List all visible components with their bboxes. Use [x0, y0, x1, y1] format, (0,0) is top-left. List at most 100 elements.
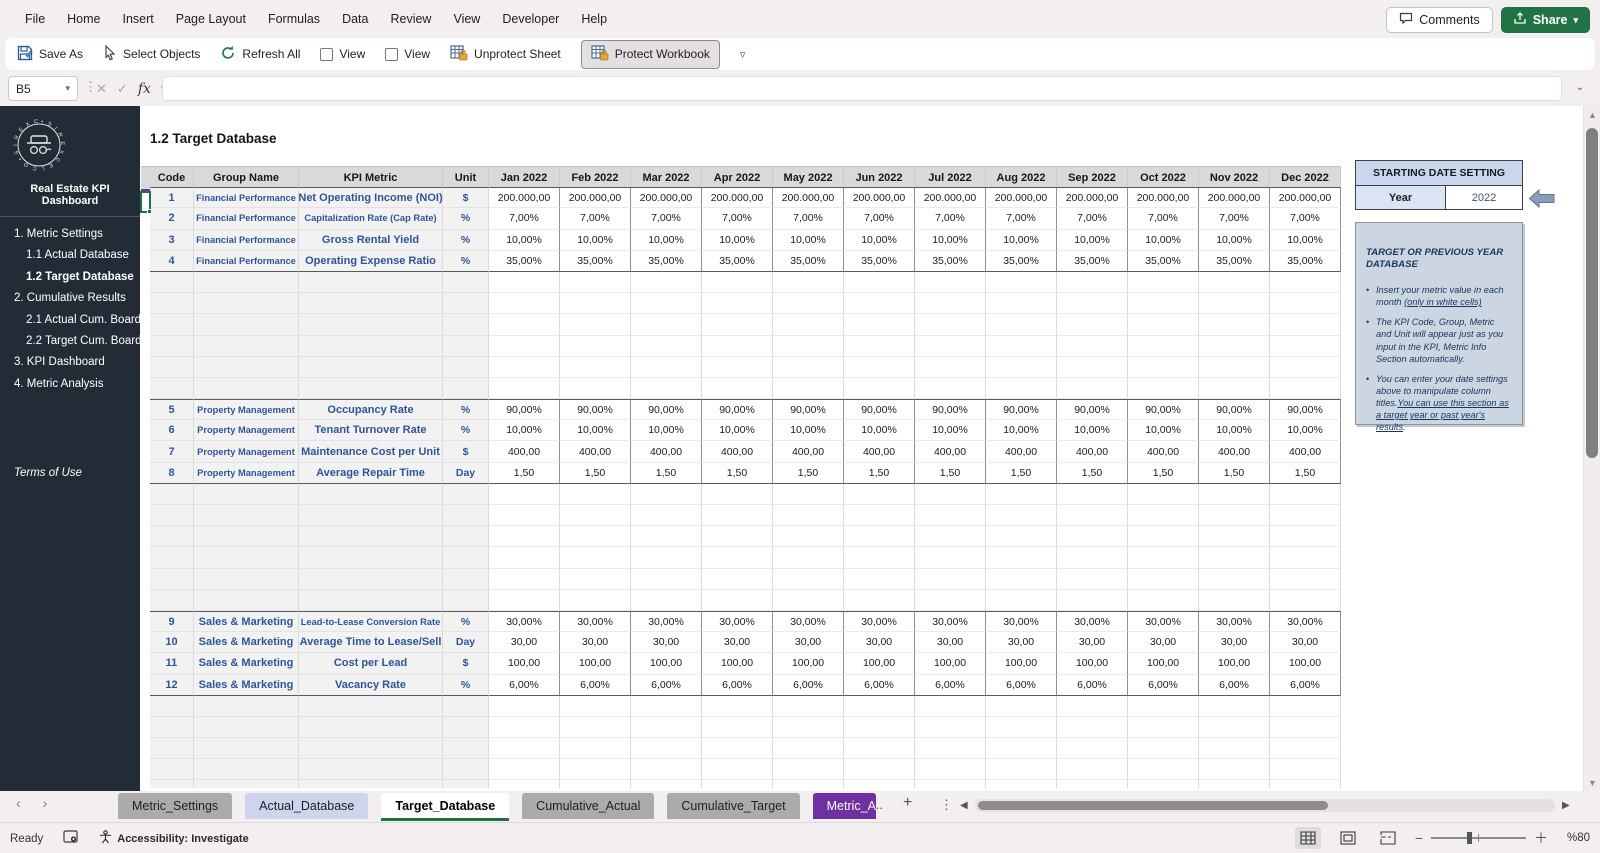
cell-month-value[interactable]: 200.000,00: [489, 187, 560, 209]
cell-month-value[interactable]: 100,00: [702, 653, 773, 675]
cell-empty[interactable]: [1128, 695, 1199, 717]
toolbar-overflow-icon[interactable]: ▿: [740, 48, 745, 61]
cell-empty[interactable]: [1057, 356, 1128, 378]
cell-empty[interactable]: [194, 695, 299, 717]
view-checkbox[interactable]: View: [385, 47, 430, 61]
cell-empty[interactable]: [1128, 314, 1199, 336]
cell-empty[interactable]: [150, 759, 194, 781]
cell-empty[interactable]: [631, 483, 702, 505]
cell-code[interactable]: 4: [150, 250, 194, 272]
cell-empty[interactable]: [986, 377, 1057, 400]
cell-month-value[interactable]: 10,00%: [986, 229, 1057, 251]
cell-empty[interactable]: [150, 377, 194, 400]
cell-group-name[interactable]: Property Management: [194, 420, 299, 442]
cell-empty[interactable]: [1270, 568, 1341, 590]
cell-empty[interactable]: [986, 568, 1057, 590]
hscroll-right-icon[interactable]: ▶: [1562, 800, 1570, 811]
cell-unit[interactable]: %: [443, 610, 489, 633]
horizontal-scrollbar-thumb[interactable]: [978, 801, 1328, 810]
cell-empty[interactable]: [299, 547, 443, 569]
cell-empty[interactable]: [1199, 738, 1270, 760]
accessibility-status[interactable]: Accessibility: Investigate: [99, 830, 249, 847]
cell-empty[interactable]: [844, 293, 915, 315]
cell-kpi-metric[interactable]: Average Repair Time: [299, 462, 443, 484]
cell-month-value[interactable]: 10,00%: [631, 229, 702, 251]
page-break-view-icon[interactable]: [1375, 827, 1401, 849]
cell-empty[interactable]: [915, 589, 986, 611]
cell-empty[interactable]: [194, 356, 299, 378]
cell-empty[interactable]: [194, 293, 299, 315]
cell-empty[interactable]: [1128, 526, 1199, 548]
cell-empty[interactable]: [631, 589, 702, 611]
cell-empty[interactable]: [489, 271, 560, 294]
cell-month-value[interactable]: 35,00%: [1270, 250, 1341, 272]
cell-month-value[interactable]: 200.000,00: [773, 187, 844, 209]
cell-empty[interactable]: [1270, 589, 1341, 611]
zoom-slider-handle[interactable]: [1467, 832, 1472, 844]
cell-empty[interactable]: [773, 526, 844, 548]
cell-month-value[interactable]: 30,00: [1057, 632, 1128, 654]
cell-empty[interactable]: [702, 780, 773, 788]
cell-month-value[interactable]: 10,00%: [489, 229, 560, 251]
cell-empty[interactable]: [1199, 568, 1270, 590]
cell-month-value[interactable]: 10,00%: [1128, 229, 1199, 251]
cell-empty[interactable]: [986, 759, 1057, 781]
cell-month-value[interactable]: 90,00%: [1057, 399, 1128, 421]
cell-empty[interactable]: [915, 377, 986, 400]
cell-empty[interactable]: [631, 377, 702, 400]
cell-empty[interactable]: [1128, 759, 1199, 781]
zoom-slider[interactable]: [1431, 832, 1526, 844]
cell-empty[interactable]: [702, 695, 773, 717]
cell-empty[interactable]: [1270, 505, 1341, 527]
cell-month-value[interactable]: 6,00%: [1199, 674, 1270, 696]
zoom-out-icon[interactable]: −: [1415, 830, 1423, 846]
cell-month-value[interactable]: 1,50: [844, 462, 915, 484]
cancel-entry-icon[interactable]: ✕: [96, 81, 107, 97]
cell-month-value[interactable]: 200.000,00: [986, 187, 1057, 209]
formula-input[interactable]: [162, 76, 1562, 101]
cell-empty[interactable]: [1270, 547, 1341, 569]
cell-empty[interactable]: [915, 293, 986, 315]
cell-empty[interactable]: [443, 526, 489, 548]
sheet-tab-actual_database[interactable]: Actual_Database: [245, 793, 369, 819]
cell-month-value[interactable]: 100,00: [489, 653, 560, 675]
menu-tab-developer[interactable]: Developer: [491, 4, 570, 34]
cell-empty[interactable]: [631, 356, 702, 378]
cell-empty[interactable]: [150, 505, 194, 527]
cell-month-value[interactable]: 10,00%: [1057, 420, 1128, 442]
cell-empty[interactable]: [1199, 716, 1270, 739]
cell-month-value[interactable]: 10,00%: [702, 229, 773, 251]
cell-empty[interactable]: [702, 716, 773, 739]
cell-empty[interactable]: [299, 780, 443, 788]
cell-empty[interactable]: [489, 526, 560, 548]
cell-unit[interactable]: %: [443, 229, 489, 251]
cell-group-name[interactable]: Sales & Marketing: [194, 653, 299, 675]
cell-unit[interactable]: $: [443, 653, 489, 675]
cell-empty[interactable]: [560, 377, 631, 400]
menu-tab-page-layout[interactable]: Page Layout: [165, 4, 257, 34]
cell-empty[interactable]: [1270, 335, 1341, 357]
cell-code[interactable]: 6: [150, 420, 194, 442]
cell-month-value[interactable]: 90,00%: [844, 399, 915, 421]
cell-empty[interactable]: [915, 271, 986, 294]
cell-empty[interactable]: [560, 716, 631, 739]
cell-empty[interactable]: [631, 505, 702, 527]
sheet-tab-target_database[interactable]: Target_Database: [381, 793, 510, 821]
cell-month-value[interactable]: 7,00%: [560, 208, 631, 230]
cell-empty[interactable]: [1128, 738, 1199, 760]
cell-empty[interactable]: [1199, 483, 1270, 505]
cell-empty[interactable]: [1270, 716, 1341, 739]
cell-month-value[interactable]: 100,00: [844, 653, 915, 675]
cell-month-value[interactable]: 7,00%: [844, 208, 915, 230]
cell-empty[interactable]: [560, 293, 631, 315]
sheet-tab-metric_settings[interactable]: Metric_Settings: [118, 793, 233, 819]
cell-empty[interactable]: [299, 568, 443, 590]
cell-month-value[interactable]: 100,00: [773, 653, 844, 675]
cell-empty[interactable]: [773, 271, 844, 294]
cell-empty[interactable]: [1199, 759, 1270, 781]
cell-month-value[interactable]: 35,00%: [1128, 250, 1199, 272]
cell-empty[interactable]: [489, 759, 560, 781]
cell-empty[interactable]: [702, 314, 773, 336]
cell-empty[interactable]: [1199, 505, 1270, 527]
cell-month-value[interactable]: 30,00: [773, 632, 844, 654]
